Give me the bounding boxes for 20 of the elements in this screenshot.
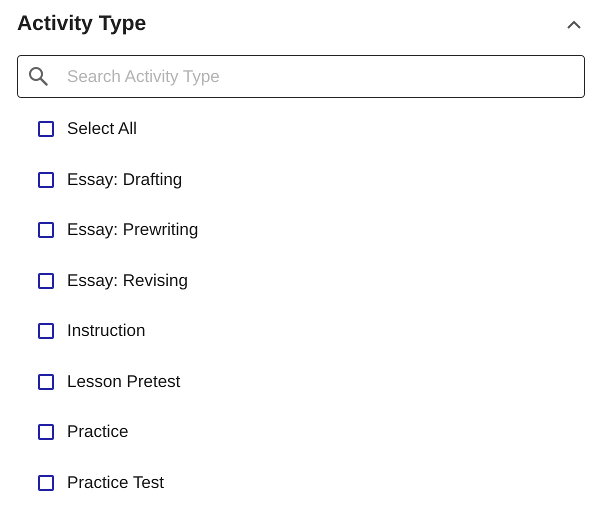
option-label: Select All — [67, 119, 137, 140]
checkbox[interactable] — [38, 121, 54, 138]
chevron-icon — [567, 20, 581, 28]
checkbox[interactable] — [38, 374, 54, 390]
checkbox[interactable] — [38, 222, 54, 238]
option-label: Instruction — [67, 321, 146, 342]
option-label: Essay: Drafting — [67, 170, 182, 190]
checkbox[interactable] — [38, 424, 54, 440]
checkbox[interactable] — [38, 323, 54, 340]
search-icon — [28, 66, 48, 86]
option-label: Practice Test — [67, 472, 164, 493]
search-field[interactable]: Search Activity Type — [17, 55, 585, 98]
checkbox[interactable] — [38, 172, 54, 188]
checkbox[interactable] — [38, 272, 54, 289]
checkbox[interactable] — [38, 474, 54, 491]
option-label: Essay: Prewriting — [67, 220, 198, 240]
option-label: Practice — [67, 422, 128, 442]
section-title: Activity Type — [17, 12, 146, 36]
option-label: Lesson Pretest — [67, 372, 180, 392]
option-label: Essay: Revising — [67, 270, 188, 291]
